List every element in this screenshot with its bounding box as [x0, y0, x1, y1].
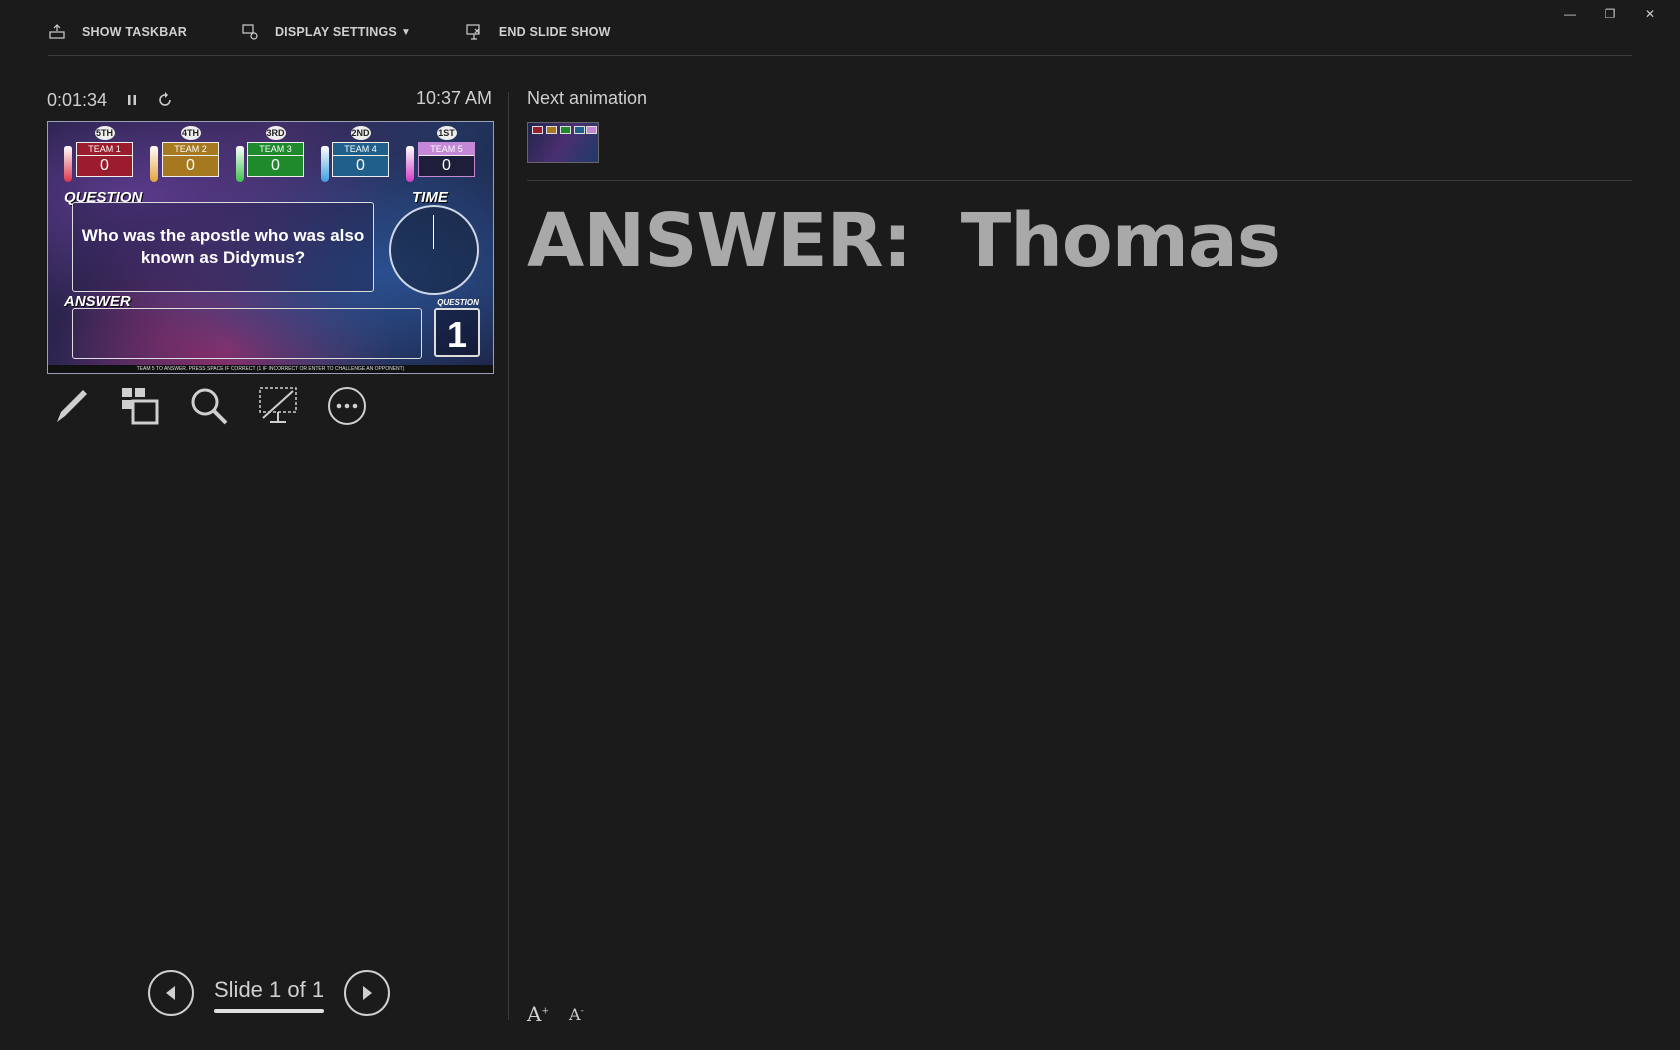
increase-font-icon[interactable]: A+ — [527, 1002, 549, 1026]
timer-row: 0:01:34 10:37 AM — [47, 88, 492, 112]
triangle-left-icon — [166, 986, 175, 1000]
end-slide-show-button[interactable]: END SLIDE SHOW — [465, 23, 611, 41]
question-number: 1 — [434, 308, 480, 357]
slide-tools — [47, 384, 392, 428]
team-name: TEAM 1 — [77, 143, 132, 156]
time-label: TIME — [412, 189, 448, 206]
black-screen-icon[interactable] — [254, 384, 302, 428]
chevron-down-icon: ▼ — [400, 26, 411, 38]
team-2-scoreboard: 4TH TEAM 2 0 — [162, 126, 219, 177]
team-rank: 3RD — [265, 126, 286, 140]
team-score: 0 — [356, 157, 365, 174]
pause-icon[interactable] — [125, 93, 139, 107]
team-4-scoreboard: 2ND TEAM 4 0 — [332, 126, 389, 177]
next-animation-label: Next animation — [527, 88, 648, 108]
window-controls: ― ❐ ✕ — [1550, 4, 1670, 24]
end-show-icon — [466, 24, 480, 40]
show-taskbar-button[interactable]: SHOW TASKBAR — [48, 23, 187, 41]
notes-divider — [527, 180, 1632, 181]
team-5-scoreboard: 1ST TEAM 5 0 — [418, 126, 475, 177]
team-name: TEAM 4 — [333, 143, 388, 156]
team-rank: 1ST — [436, 126, 457, 140]
decrease-font-icon[interactable]: A- — [569, 1005, 584, 1026]
restore-icon[interactable]: ❐ — [1590, 4, 1630, 24]
elapsed-timer: 0:01:34 — [47, 89, 108, 110]
team-4-vial-icon — [321, 146, 329, 182]
team-name: TEAM 5 — [419, 143, 474, 156]
presenter-toolbar: SHOW TASKBAR DISPLAY SETTINGS ▼ END SLID… — [48, 20, 665, 44]
team-score: 0 — [419, 156, 474, 176]
end-slide-show-label: END SLIDE SHOW — [498, 25, 611, 39]
current-slide-preview[interactable]: 5TH TEAM 1 0 4TH TEAM 2 0 3RD TEAM 3 0 2… — [47, 121, 494, 374]
pen-icon[interactable] — [47, 384, 95, 428]
team-score: 0 — [186, 157, 195, 174]
more-options-icon[interactable] — [323, 384, 371, 428]
previous-slide-button[interactable] — [148, 970, 194, 1016]
answer-box — [72, 308, 422, 359]
show-taskbar-label: SHOW TASKBAR — [82, 25, 187, 39]
next-slide-button[interactable] — [344, 970, 391, 1016]
triangle-right-icon — [363, 986, 373, 1000]
reset-timer-icon[interactable] — [157, 92, 173, 108]
team-rank: 2ND — [350, 126, 371, 140]
team-3-vial-icon — [236, 146, 244, 182]
toolbar-divider — [48, 55, 1632, 56]
team-rank: 5TH — [94, 126, 115, 140]
question-box: Who was the apostle who was also known a… — [72, 202, 374, 292]
minimize-icon[interactable]: ― — [1550, 4, 1590, 24]
team-1-vial-icon — [64, 146, 72, 182]
team-score: 0 — [100, 157, 109, 174]
zoom-icon[interactable] — [185, 384, 233, 428]
team-name: TEAM 3 — [248, 143, 303, 156]
see-all-slides-icon[interactable] — [116, 384, 164, 428]
team-1-scoreboard: 5TH TEAM 1 0 — [76, 126, 133, 177]
speaker-notes[interactable]: ANSWER: Thomas — [527, 198, 1281, 284]
notes-font-controls: A+ A- — [527, 1002, 604, 1026]
team-rank: 4TH — [180, 126, 201, 140]
display-settings-label: DISPLAY SETTINGS — [274, 25, 397, 39]
team-3-scoreboard: 3RD TEAM 3 0 — [247, 126, 304, 177]
clock: 10:37 AM — [415, 88, 492, 108]
display-settings-button[interactable]: DISPLAY SETTINGS ▼ — [241, 23, 411, 41]
taskbar-icon — [49, 24, 65, 39]
panel-divider — [508, 92, 509, 1020]
team-2-vial-icon — [150, 146, 158, 182]
slide-instruction-text: TEAM 5 TO ANSWER. PRESS SPACE IF CORRECT… — [48, 365, 493, 373]
close-icon[interactable]: ✕ — [1630, 4, 1670, 24]
team-name: TEAM 2 — [163, 143, 218, 156]
next-slide-thumbnail[interactable] — [527, 122, 599, 163]
question-number-label: QUESTION — [437, 298, 479, 307]
slide-counter[interactable]: Slide 1 of 1 — [214, 977, 325, 1013]
countdown-timer-icon — [389, 205, 479, 295]
team-score: 0 — [271, 157, 280, 174]
display-settings-icon — [242, 24, 258, 40]
team-5-vial-icon — [406, 146, 414, 182]
slide-navigation: Slide 1 of 1 — [148, 970, 391, 1016]
